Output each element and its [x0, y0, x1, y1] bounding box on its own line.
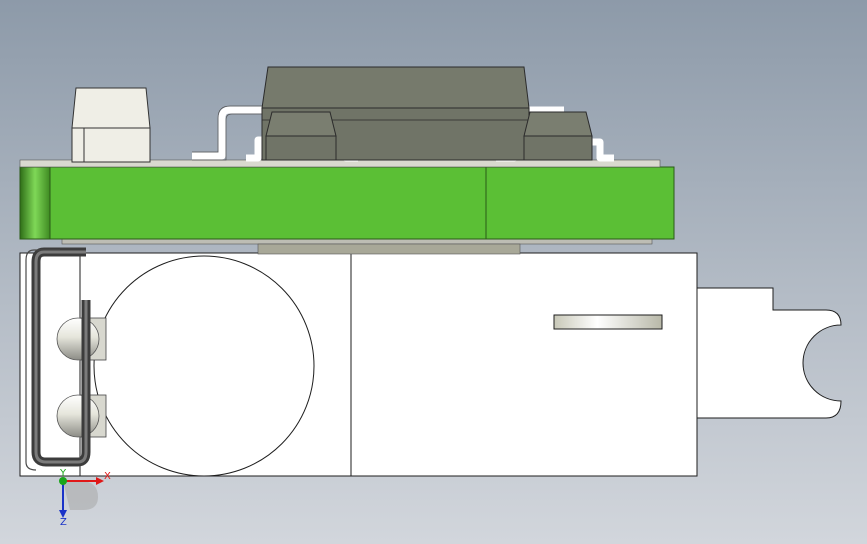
mounting-tab[interactable]	[696, 287, 842, 419]
cad-model[interactable]: X Y Z	[0, 0, 867, 544]
y-axis-label: Y	[59, 468, 67, 479]
connector-block[interactable]	[71, 87, 151, 163]
cad-viewport[interactable]: X Y Z	[0, 0, 867, 544]
housing[interactable]	[19, 252, 698, 477]
housing-circle[interactable]	[93, 255, 315, 477]
pcb-left-edge	[19, 166, 51, 240]
pcb-board[interactable]	[19, 159, 675, 240]
z-axis-label: Z	[60, 517, 67, 528]
pcb-underside-block	[257, 243, 521, 255]
x-axis-label: X	[104, 471, 111, 482]
housing-slot[interactable]	[553, 314, 663, 330]
coordinate-triad-icon: X Y Z	[59, 468, 111, 528]
small-ic-left[interactable]	[265, 111, 337, 161]
small-ic-right[interactable]	[523, 111, 593, 161]
chip-lead-outlines	[192, 105, 264, 161]
